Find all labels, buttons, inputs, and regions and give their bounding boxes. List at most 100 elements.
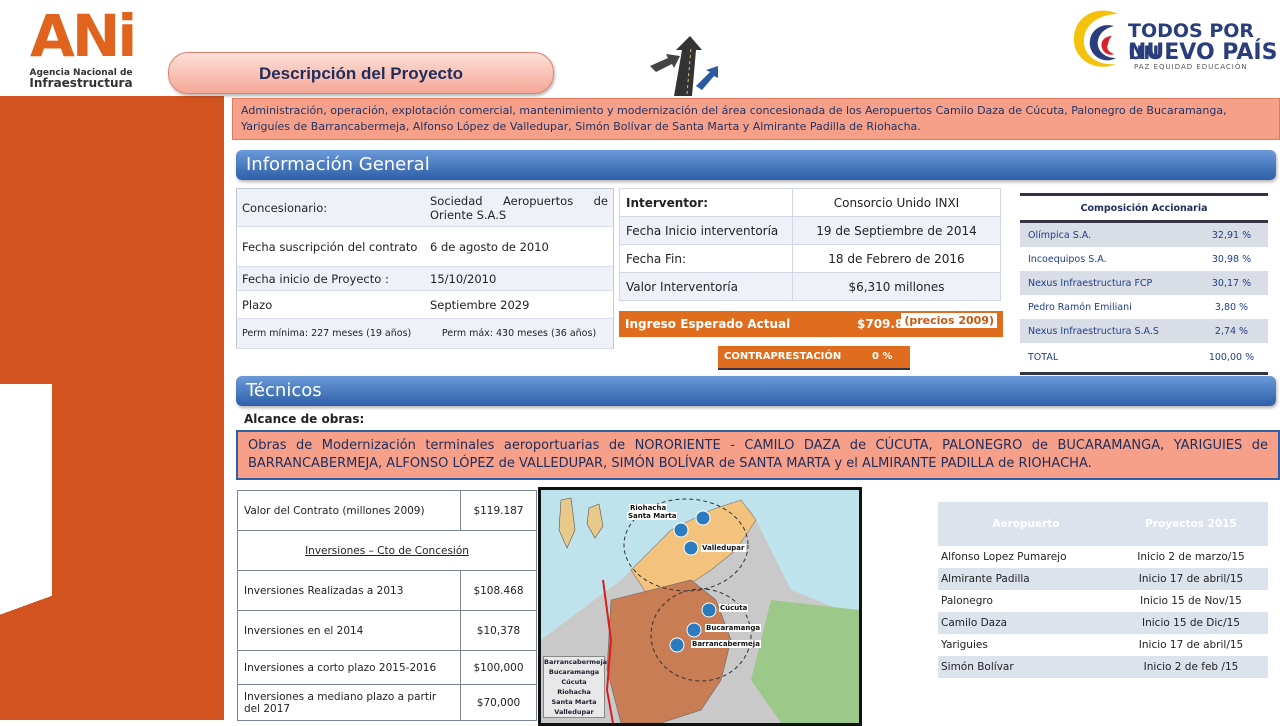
map-legend-item: Riohacha [557,688,591,696]
valor-label: Inversiones a mediano plazo a partir del… [237,684,461,721]
map-label-city: Barrancabermeja [691,640,761,648]
gov-logo-line2: NUEVO PAÍS [1128,40,1278,65]
table-row: Inversiones a mediano plazo a partir del… [237,684,537,721]
map-legend: Barrancabermeja Bucaramanga Cúcuta Rioha… [543,656,608,718]
general-value: Sociedad Aeropuertos de Oriente S.A.S [425,188,614,227]
interventor-label: Valor Interventoría [619,272,793,301]
valor-label: Inversiones a corto plazo 2015-2016 [237,650,461,685]
section-title-general: Información General [246,154,430,175]
table-row-total: TOTAL 100,00 % [1020,343,1268,373]
aero-name: Yariguies [938,634,1114,656]
map-legend-item: Barrancabermeja [544,658,608,666]
map-label-city: Santa Marta [627,512,678,520]
valor-value: $100,000 [460,650,537,685]
general-label: Perm mínima: 227 meses (19 años) [236,318,425,349]
composicion-accionaria-table: Composición Accionaria Olímpica S.A. 32,… [1020,193,1268,375]
aero-value: Inicio 15 de Nov/15 [1114,590,1268,612]
table-row: Perm mínima: 227 meses (19 años) Perm má… [236,318,614,349]
section-bar-tecnicos: Técnicos [236,376,1276,406]
table-row: Inversiones a corto plazo 2015-2016 $100… [237,650,537,685]
aero-value: Inicio 17 de abril/15 [1114,634,1268,656]
shareholder-pct: 30,98 % [1211,253,1252,265]
valor-value: $10,378 [460,610,537,651]
map-label-city: Riohacha [629,504,668,512]
aero-name: Camilo Daza [938,612,1114,634]
map-label-city: Valledupar [701,544,746,552]
map-legend-item: Santa Marta [551,698,597,706]
table-row: Almirante Padilla Inicio 17 de abril/15 [938,568,1268,590]
table-row: Incoequipos S.A. 30,98 % [1020,247,1268,271]
ani-logo-line2: Infraestructura [29,76,133,90]
shareholder-pct: 2,74 % [1194,319,1268,343]
ani-logo-text: Agencia Nacional de Infraestructura [16,68,146,90]
aero-name: Almirante Padilla [938,568,1114,590]
valor-label: Inversiones en el 2014 [237,610,461,651]
general-info-table: Concesionario: Sociedad Aeropuertos de O… [236,188,614,349]
interventor-value: $6,310 millones [792,272,1001,301]
shareholder-pct: 3,80 % [1214,301,1249,313]
table-row: Concesionario: Sociedad Aeropuertos de O… [236,188,614,227]
inversiones-header: Inversiones – Cto de Concesión [237,530,537,571]
section-title-tecnicos: Técnicos [246,380,322,401]
valor-label: Inversiones Realizadas a 2013 [237,570,461,611]
table-row: Nexus Infraestructura S.A.S 2,74 % [1020,319,1268,343]
airports-map: Riohacha Santa Marta Valledupar Cúcuta B… [538,487,862,726]
interventor-value: 18 de Febrero de 2016 [792,244,1001,273]
ani-logo-letters: ANi [30,2,137,70]
table-row: Inversiones – Cto de Concesión [237,530,537,571]
map-label-city: Bucaramanga [705,624,762,632]
section-bar-general: Información General [236,150,1276,180]
valor-value: $119.187 [460,490,537,531]
table-row: Fecha inicio de Proyecto : 15/10/2010 [236,266,614,291]
shareholder-pct: 100,00 % [1194,343,1268,373]
government-logo-icon [1073,10,1118,67]
general-value: 15/10/2010 [425,266,614,291]
table-row: Palonegro Inicio 15 de Nov/15 [938,590,1268,612]
aero-header: Aeropuerto [938,502,1114,546]
table-row: Fecha Fin: 18 de Febrero de 2016 [619,244,1001,273]
shareholder-name: TOTAL [1020,343,1195,373]
ingreso-esperado-bar: Ingreso Esperado Actual $709.818 (precio… [619,311,1003,337]
shareholder-name: Incoequipos S.A. [1028,253,1107,265]
contraprestacion-bar: CONTRAPRESTACIÓN 0 % [718,346,910,370]
map-legend-item: Bucaramanga [548,668,600,676]
left-band-notch [0,384,52,720]
alcance-box: Obras de Modernización terminales aeropo… [236,430,1280,480]
table-row: Fecha Inicio interventoría 19 de Septiem… [619,216,1001,245]
table-row: Yariguies Inicio 17 de abril/15 [938,634,1268,656]
composicion-title: Composición Accionaria [1020,194,1268,223]
shareholder-pct: 30,17 % [1194,271,1268,295]
interventor-label: Fecha Fin: [619,244,793,273]
contraprestacion-label: CONTRAPRESTACIÓN [724,351,842,362]
interventor-value: Consorcio Unido INXI [792,188,1001,217]
table-row: Alfonso Lopez Pumarejo Inicio 2 de marzo… [938,546,1268,568]
aero-value: Inicio 2 de marzo/15 [1114,546,1268,568]
shareholder-name: Olímpica S.A. [1020,221,1195,247]
alcance-label: Alcance de obras: [244,412,365,426]
alcance-text: Obras de Modernización terminales aeropo… [248,438,1268,471]
general-label: Concesionario: [236,188,425,227]
table-row: Camilo Daza Inicio 15 de Dic/15 [938,612,1268,634]
aeropuertos-table: Aeropuerto Proyectos 2015 Alfonso Lopez … [938,502,1268,678]
road-arrows-icon [650,36,718,96]
aero-header: Proyectos 2015 [1114,502,1268,546]
general-value: Septiembre 2029 [425,290,614,319]
valor-value: $70,000 [460,684,537,721]
table-header-row: Aeropuerto Proyectos 2015 [938,502,1268,546]
contraprestacion-value: 0 % [872,351,893,362]
shareholder-name: Nexus Infraestructura FCP [1020,271,1195,295]
page-title-pill: Descripción del Proyecto [168,52,554,94]
interventor-value: 19 de Septiembre de 2014 [792,216,1001,245]
table-row: Olímpica S.A. 32,91 % [1020,221,1268,247]
table-row: Interventor: Consorcio Unido INXI [619,188,1001,217]
gov-logo-line3: PAZ EQUIDAD EDUCACIÓN [1134,63,1248,71]
table-row: Valor del Contrato (millones 2009) $119.… [237,490,537,531]
map-legend-item: Cúcuta [561,678,587,686]
general-label: Fecha suscripción del contrato [236,226,425,267]
table-row: Fecha suscripción del contrato 6 de agos… [236,226,614,267]
aero-value: Inicio 2 de feb /15 [1114,656,1268,678]
aero-name: Palonegro [938,590,1114,612]
valor-label: Valor del Contrato (millones 2009) [237,490,461,531]
ingreso-note: (precios 2009) [901,313,997,328]
valores-table: Valor del Contrato (millones 2009) $119.… [237,490,537,721]
